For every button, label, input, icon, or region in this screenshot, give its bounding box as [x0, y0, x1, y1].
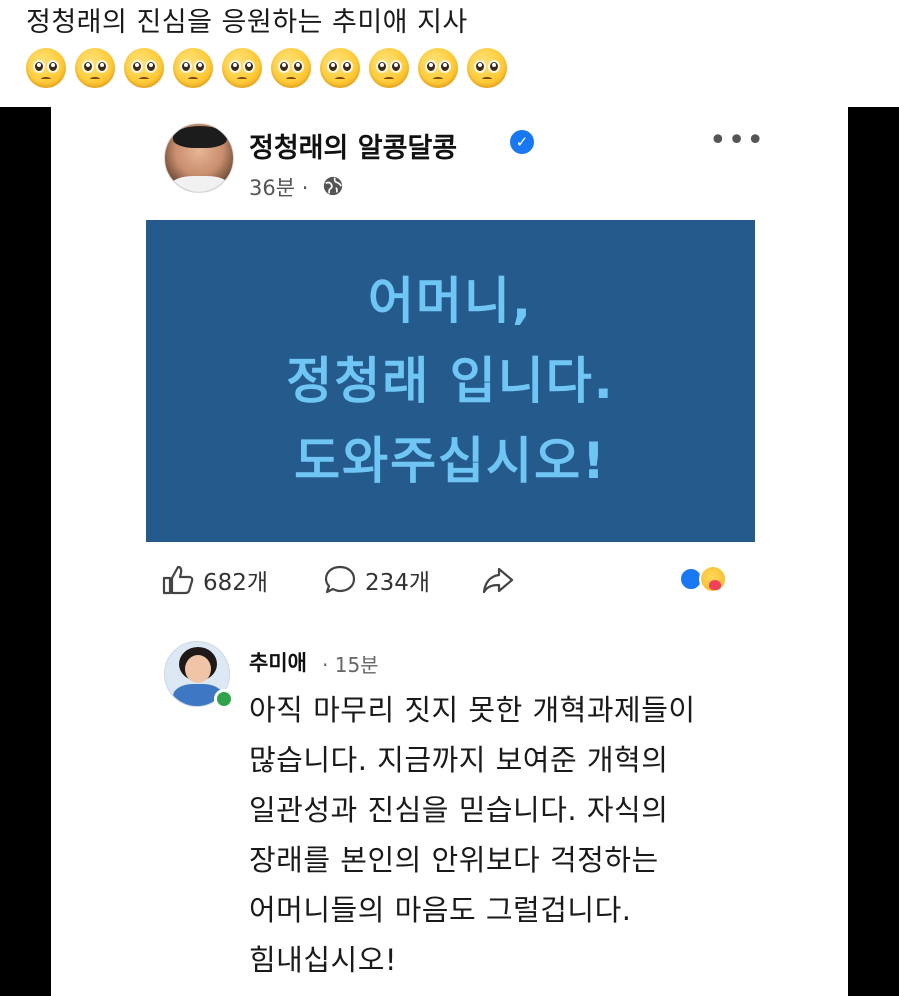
comment-line: 장래를 본인의 안위보다 걱정하는	[249, 843, 659, 877]
comment-line: 어머니들의 마음도 그럴겁니다.	[249, 893, 632, 927]
banner-line-1: 어머니,	[368, 272, 533, 330]
like-button[interactable]: 682개	[161, 563, 268, 597]
post-image-banner[interactable]: 어머니, 정청래 입니다. 도와주십시오!	[146, 220, 755, 542]
pleading-face-emoji	[222, 48, 262, 88]
reaction-summary[interactable]	[679, 565, 739, 593]
screenshot-frame: 정청래의 알콩달콩 ✓ 36분 · ••• 어머니, 정청래 입니다. 도와주십…	[0, 107, 899, 996]
share-button[interactable]	[481, 565, 515, 599]
comment-line: 아직 마무리 짓지 못한 개혁과제들이	[249, 693, 696, 727]
commenter-name[interactable]: 추미애	[249, 647, 307, 677]
pleading-face-emoji	[369, 48, 409, 88]
banner-line-3: 도와주십시오!	[294, 432, 607, 490]
globe-icon	[323, 176, 343, 196]
caption: 정청래의 진심을 응원하는 추미애 지사	[26, 4, 886, 88]
comment-bubble-icon	[324, 565, 356, 594]
facebook-post: 정청래의 알콩달콩 ✓ 36분 · ••• 어머니, 정청래 입니다. 도와주십…	[51, 107, 848, 996]
banner-line-2: 정청래 입니다.	[286, 352, 615, 410]
comment-time: · 15분	[322, 653, 379, 677]
pleading-face-emoji	[75, 48, 115, 88]
share-arrow-icon	[482, 567, 514, 594]
verified-badge-icon: ✓	[510, 130, 534, 154]
thumbs-up-icon	[162, 565, 194, 595]
post-header: 정청래의 알콩달콩 ✓ 36분 · •••	[51, 107, 848, 217]
page-avatar[interactable]	[164, 123, 234, 193]
more-options-icon[interactable]: •••	[709, 123, 765, 158]
care-reaction-icon	[699, 565, 727, 593]
comment-line: 많습니다. 지금까지 보여준 개혁의	[249, 743, 669, 777]
emoji-row	[26, 48, 886, 88]
like-count: 682개	[203, 570, 269, 596]
comment-text: 아직 마무리 짓지 못한 개혁과제들이 많습니다. 지금까지 보여준 개혁의 일…	[249, 685, 809, 985]
comment-line: 힘내십시오!	[249, 943, 398, 977]
comment-button[interactable]: 234개	[323, 563, 430, 597]
comment-line: 일관성과 진심을 믿습니다. 자식의	[249, 793, 669, 827]
pleading-face-emoji	[271, 48, 311, 88]
pleading-face-emoji	[173, 48, 213, 88]
comment-count: 234개	[365, 570, 431, 596]
pleading-face-emoji	[467, 48, 507, 88]
pleading-face-emoji	[26, 48, 66, 88]
reactions-bar: 682개 234개	[51, 557, 848, 603]
pleading-face-emoji	[124, 48, 164, 88]
post-time[interactable]: 36분 ·	[249, 172, 308, 202]
pleading-face-emoji	[320, 48, 360, 88]
pleading-face-emoji	[418, 48, 458, 88]
caption-text: 정청래의 진심을 응원하는 추미애 지사	[26, 7, 468, 38]
online-status-icon	[214, 689, 234, 709]
page-name[interactable]: 정청래의 알콩달콩	[249, 126, 457, 165]
